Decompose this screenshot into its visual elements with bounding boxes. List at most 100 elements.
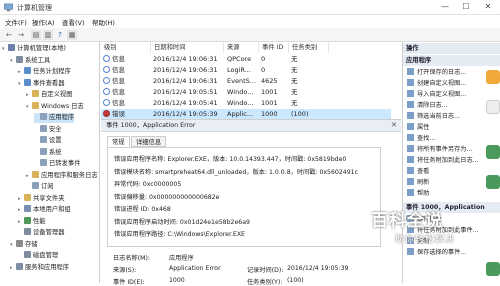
- action-item[interactable]: 帮助: [407, 189, 429, 199]
- cell-task: 无: [291, 55, 298, 63]
- minimize-button[interactable]: —: [440, 2, 450, 12]
- action-label: 属性: [417, 124, 430, 131]
- event-row[interactable]: 错误 2016/12/4 19:05:39 Applic... 1000 (100): [101, 109, 391, 119]
- info-icon: [103, 88, 110, 95]
- tree-node[interactable]: 设备管理器: [18, 228, 64, 238]
- event-row[interactable]: 信息 2016/12/4 19:06:31 QPCore 0 无: [101, 54, 391, 65]
- tree-node[interactable]: ▾ Windows 日志: [26, 101, 84, 112]
- tree-node-icon: [40, 113, 47, 120]
- up-folder-icon[interactable]: ▤: [31, 30, 41, 40]
- event-level: 错误: [112, 110, 125, 118]
- show-hide-tree-icon[interactable]: ▥: [43, 30, 53, 40]
- tree-node-label: 应用程序和服务日志: [41, 171, 98, 179]
- event-row[interactable]: 信息 2016/12/4 19:06:31 LogiR... 0 无: [101, 65, 391, 76]
- tree-node-icon: [24, 251, 31, 258]
- assistant-avatar-icon[interactable]: [486, 100, 500, 114]
- tree-node[interactable]: 已转发事件: [34, 159, 80, 169]
- menu-help[interactable]: 帮助(H): [92, 17, 115, 27]
- action-item[interactable]: 创建自定义视图...: [407, 79, 466, 89]
- cell-date: 2016/12/4 19:05:51: [153, 88, 218, 96]
- action-item[interactable]: 导入自定义视图...: [407, 90, 466, 100]
- action-item[interactable]: 清除日志...: [407, 101, 448, 111]
- action-item[interactable]: 将所有事件另存为...: [407, 145, 472, 155]
- action-item[interactable]: 查看: [407, 167, 429, 177]
- tree-node[interactable]: ▾ 系统工具: [10, 55, 50, 66]
- action-item[interactable]: 筛选当前日志...: [407, 112, 460, 122]
- menu-action[interactable]: 操作(A): [32, 17, 55, 27]
- action-icon: [407, 79, 414, 86]
- tree-node-icon: [40, 147, 47, 155]
- tree-node[interactable]: ▸ 自定义视图: [26, 90, 72, 100]
- tree-node[interactable]: ▸ 应用程序和服务日志: [26, 170, 98, 181]
- action-item[interactable]: 属性: [407, 123, 429, 133]
- action-label: 筛选当前日志...: [417, 113, 461, 120]
- tab-details[interactable]: 详细信息: [131, 136, 167, 147]
- tree-node-icon: [40, 136, 47, 143]
- tree-node-icon: [32, 90, 39, 97]
- chat-widget-icon[interactable]: [486, 70, 500, 84]
- tree-node[interactable]: ▸ 共享文件夹: [18, 193, 64, 204]
- maximize-button[interactable]: ☐: [461, 2, 471, 12]
- tree-node[interactable]: ▸ 任务计划程序: [18, 67, 71, 77]
- tab-general[interactable]: 常规: [107, 136, 130, 147]
- tree-node[interactable]: ▾ 事件查看器: [18, 78, 64, 89]
- event-row[interactable]: 信息 2016/12/4 19:06:31 EventS... 4625 无: [101, 76, 391, 87]
- action-item[interactable]: 保存选择的事件...: [407, 248, 466, 258]
- col-date[interactable]: 日期和时间: [151, 42, 224, 53]
- menu-file[interactable]: 文件(F): [5, 17, 27, 27]
- tree-node-label: 自定义视图: [41, 91, 73, 98]
- toolbar: ← → ▤ ▥ ? ▦: [0, 28, 500, 42]
- cell-id: 0: [261, 66, 266, 74]
- cell-source: QPCore: [227, 55, 252, 63]
- action-label: 查找...: [417, 135, 436, 142]
- tree-node[interactable]: 设置: [34, 136, 62, 146]
- action-item[interactable]: 刷新: [407, 178, 429, 188]
- close-button[interactable]: ✕: [483, 2, 493, 12]
- action-label: 将所有事件另存为...: [417, 146, 473, 153]
- action-icon: [407, 178, 414, 185]
- tree-node-icon: [24, 78, 31, 86]
- tree-node-icon: [40, 124, 47, 132]
- close-detail-icon[interactable]: ✕: [391, 121, 397, 129]
- action-item[interactable]: 查找...: [407, 134, 435, 144]
- col-event-id[interactable]: 事件 ID: [259, 42, 289, 53]
- cell-source: LogiR...: [227, 66, 251, 74]
- tree-node[interactable]: 订阅: [26, 182, 54, 192]
- actions-section-application[interactable]: 应用程序: [403, 55, 500, 66]
- tree-node[interactable]: ▸ 性能: [18, 216, 46, 227]
- action-item[interactable]: 打开保存的日志...: [407, 68, 466, 78]
- menu-view[interactable]: 查看(V): [62, 17, 85, 27]
- assistant-avatar-icon[interactable]: [486, 145, 500, 159]
- event-description: 错误应用程序名称: Explorer.EXE，版本: 10.0.14393.44…: [107, 147, 381, 247]
- tree-node-icon: [24, 216, 31, 224]
- tree-node[interactable]: 磁盘管理: [18, 251, 58, 261]
- tree-node-label: 安全: [49, 125, 62, 133]
- assistant-avatar-icon[interactable]: [486, 175, 500, 189]
- action-label: 打开保存的日志...: [417, 69, 467, 76]
- tree-node[interactable]: ▸ 服务和应用程序: [10, 262, 69, 273]
- tree-node[interactable]: ▾ 计算机管理(本地): [2, 44, 66, 54]
- col-task[interactable]: 任务类别: [289, 42, 329, 53]
- tree-node[interactable]: 安全: [34, 124, 62, 135]
- properties-icon[interactable]: ▦: [67, 30, 77, 40]
- event-row[interactable]: 信息 2016/12/4 19:05:41 Windo... 1001 无: [101, 98, 391, 109]
- tree-node[interactable]: ▸ 本地用户和组: [18, 205, 71, 215]
- action-item[interactable]: 将任务附加到此日志...: [407, 156, 479, 166]
- actions-header[interactable]: 操作: [403, 43, 500, 54]
- cell-task: 无: [291, 66, 298, 74]
- forward-icon[interactable]: →: [16, 30, 26, 40]
- back-icon[interactable]: ←: [4, 30, 14, 40]
- event-row[interactable]: 信息 2016/12/4 19:05:51 Windo... 1001 无: [101, 87, 391, 98]
- action-icon: [407, 112, 414, 119]
- tree-node[interactable]: ▾ 存储: [10, 239, 38, 250]
- tree-node[interactable]: 应用程序: [34, 113, 74, 123]
- col-level[interactable]: 级别: [101, 42, 151, 53]
- cell-level: 信息: [103, 76, 151, 87]
- tree-node[interactable]: 系统: [34, 147, 62, 158]
- tree-node-label: Windows 日志: [41, 102, 84, 110]
- tree-node-label: 已转发事件: [49, 160, 81, 167]
- col-source[interactable]: 来源: [224, 42, 259, 53]
- assistant-avatar-icon[interactable]: [486, 262, 500, 276]
- help-icon[interactable]: ?: [55, 30, 65, 40]
- tree-node-icon: [24, 67, 31, 74]
